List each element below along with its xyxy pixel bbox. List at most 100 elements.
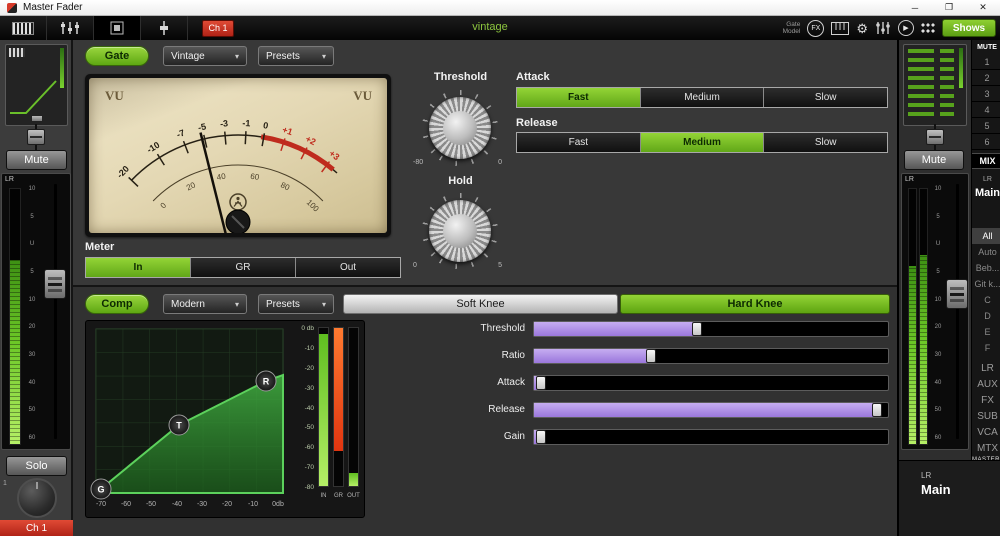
- comp-attack-slider[interactable]: [533, 375, 889, 391]
- channel-overview-thumbnail[interactable]: [5, 44, 68, 126]
- gate-hold-knob[interactable]: [429, 200, 491, 262]
- selected-bus-label[interactable]: Main: [972, 187, 1000, 199]
- scale-tick-label: U: [29, 241, 35, 248]
- meter-in-option[interactable]: In: [86, 258, 190, 277]
- comp-threshold-slider[interactable]: [533, 321, 889, 337]
- bus-type-vca[interactable]: VCA: [972, 424, 1000, 440]
- right-rail: MUTE 1 2 3 4 5 6 MIX LR Main All Auto Be…: [971, 40, 1000, 463]
- mix-item[interactable]: Git k...: [972, 276, 1000, 292]
- slider-handle[interactable]: [536, 376, 547, 390]
- pan-index-label: 1: [3, 480, 7, 487]
- scale-tick-label: 50: [28, 407, 36, 414]
- mix-item[interactable]: Beb...: [972, 260, 1000, 276]
- current-view-button[interactable]: [94, 16, 141, 40]
- soft-knee-button[interactable]: Soft Knee: [343, 294, 618, 314]
- minimize-button[interactable]: ─: [898, 0, 932, 15]
- hard-knee-button[interactable]: Hard Knee: [620, 294, 890, 314]
- attack-medium-option[interactable]: Medium: [639, 88, 764, 107]
- mixer-banks-button[interactable]: [0, 16, 47, 40]
- close-button[interactable]: ✕: [966, 0, 1000, 15]
- pan-knob[interactable]: [17, 478, 57, 518]
- slider-handle[interactable]: [691, 322, 702, 336]
- attack-fast-option[interactable]: Fast: [517, 88, 640, 107]
- ratio-handle[interactable]: R: [255, 370, 277, 392]
- comp-presets-dropdown[interactable]: Presets ▾: [258, 294, 334, 314]
- selected-bus-sub-label: LR: [983, 176, 992, 183]
- bus-type-mtx[interactable]: MTX: [972, 440, 1000, 456]
- gate-enable-button[interactable]: Gate: [85, 46, 149, 66]
- slider-handle[interactable]: [645, 349, 656, 363]
- scale-tick-label: 10: [934, 186, 942, 192]
- bus-type-lr[interactable]: LR: [972, 360, 1000, 376]
- knob-max-label: 0: [498, 159, 502, 166]
- mix-item[interactable]: F: [972, 340, 1000, 356]
- mini-meter-rows: [908, 49, 934, 121]
- mute-group-1[interactable]: 1: [972, 54, 1000, 70]
- channel-fader[interactable]: [44, 269, 66, 299]
- gate-attack-selector: Fast Medium Slow: [516, 87, 888, 108]
- gain-handle[interactable]: G: [90, 478, 112, 500]
- comp-release-slider[interactable]: [533, 402, 889, 418]
- keyboard-icon[interactable]: [831, 21, 850, 35]
- slider-handle[interactable]: [872, 403, 883, 417]
- bus-type-sub[interactable]: SUB: [972, 408, 1000, 424]
- mix-item[interactable]: C: [972, 292, 1000, 308]
- mini-channel-fader[interactable]: [27, 129, 45, 145]
- apps-grid-icon[interactable]: [921, 23, 935, 33]
- master-fader[interactable]: [946, 279, 968, 309]
- gate-presets-dropdown[interactable]: Presets ▾: [258, 46, 334, 66]
- mute-group-2[interactable]: 2: [972, 70, 1000, 86]
- settings-gear-icon[interactable]: ⚙: [856, 22, 868, 35]
- solo-button[interactable]: Solo: [6, 456, 67, 476]
- fader-track[interactable]: [54, 184, 57, 439]
- comp-model-dropdown[interactable]: Modern ▾: [163, 294, 247, 314]
- fx-icon[interactable]: FX: [807, 19, 825, 37]
- mini-master-fader[interactable]: [926, 129, 944, 145]
- mixer-overview-thumbnail[interactable]: [903, 44, 967, 126]
- bus-type-fx[interactable]: FX: [972, 392, 1000, 408]
- comp-enable-button[interactable]: Comp: [85, 294, 149, 314]
- meter-out-option[interactable]: Out: [295, 258, 400, 277]
- meter-gr-option[interactable]: GR: [190, 258, 295, 277]
- play-icon[interactable]: ▶: [898, 20, 914, 36]
- mute-group-6[interactable]: 6: [972, 134, 1000, 150]
- comp-ratio-slider[interactable]: [533, 348, 889, 364]
- window-controls: ─ ❐ ✕: [898, 0, 1000, 15]
- threshold-handle[interactable]: T: [168, 414, 190, 436]
- comp-gain-label: Gain: [503, 431, 525, 442]
- knob-min-label: -80: [413, 159, 424, 166]
- channel-level-meter: [9, 188, 21, 445]
- mute-group-5[interactable]: 5: [972, 118, 1000, 134]
- release-medium-option[interactable]: Medium: [639, 133, 764, 152]
- comp-in-meter: [318, 327, 329, 487]
- mix-item[interactable]: D: [972, 308, 1000, 324]
- mute-group-3[interactable]: 3: [972, 86, 1000, 102]
- bottom-bus-label[interactable]: Main: [921, 482, 951, 497]
- mix-item-all[interactable]: All: [972, 228, 1000, 244]
- gate-hold-knob-wrap: 0 5: [413, 193, 502, 269]
- shows-button[interactable]: Shows: [942, 19, 996, 37]
- mixer-icon[interactable]: [875, 21, 891, 35]
- scale-tick-label: 20: [28, 324, 36, 331]
- master-mute-button[interactable]: Mute: [904, 150, 964, 170]
- gate-model-dropdown[interactable]: Vintage ▾: [163, 46, 247, 66]
- comp-gain-slider[interactable]: [533, 429, 889, 445]
- fader-track[interactable]: [956, 184, 959, 439]
- maximize-button[interactable]: ❐: [932, 0, 966, 15]
- toolbar-channel-badge[interactable]: Ch 1: [202, 19, 234, 37]
- mute-group-4[interactable]: 4: [972, 102, 1000, 118]
- mute-button[interactable]: Mute: [6, 150, 67, 170]
- fader-view-button[interactable]: [141, 16, 188, 40]
- release-fast-option[interactable]: Fast: [517, 133, 640, 152]
- attack-slow-option[interactable]: Slow: [763, 88, 888, 107]
- mix-item[interactable]: E: [972, 324, 1000, 340]
- slider-handle[interactable]: [536, 430, 547, 444]
- channel-strip-view-button[interactable]: [47, 16, 94, 40]
- gate-threshold-label: Threshold: [433, 71, 488, 83]
- channel-name-label[interactable]: Ch 1: [0, 520, 73, 536]
- mix-item[interactable]: Auto: [972, 244, 1000, 260]
- bus-type-aux[interactable]: AUX: [972, 376, 1000, 392]
- gate-threshold-knob[interactable]: [429, 97, 491, 159]
- scale-tick-label: 5: [30, 268, 34, 275]
- release-slow-option[interactable]: Slow: [763, 133, 888, 152]
